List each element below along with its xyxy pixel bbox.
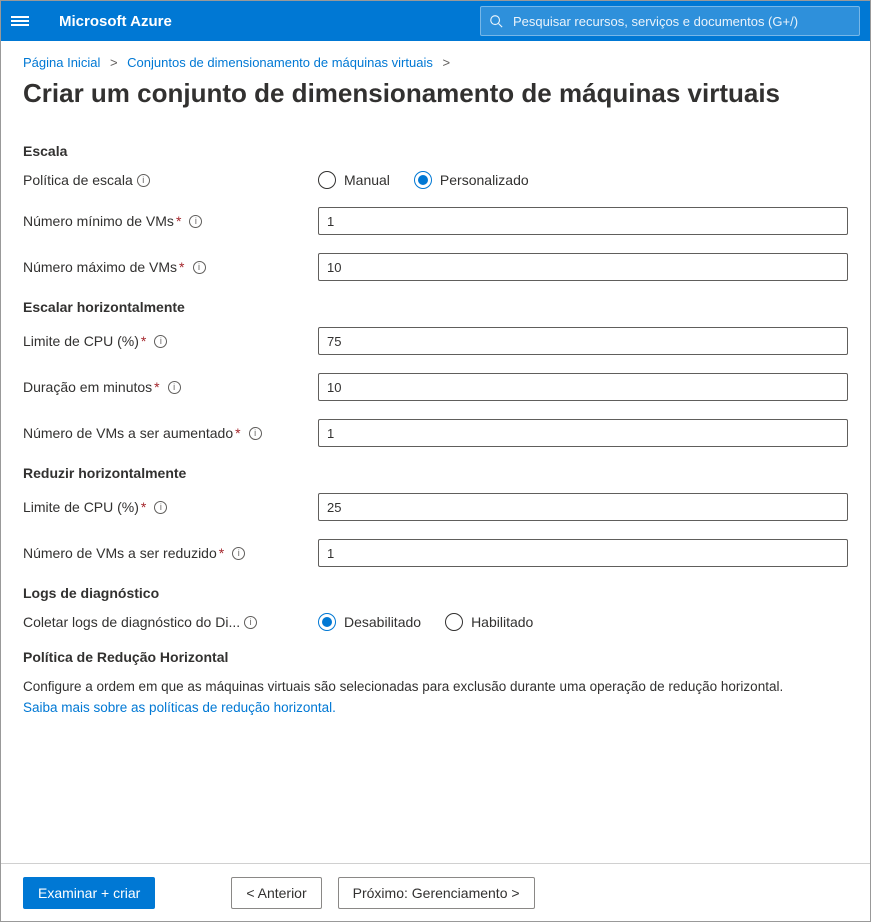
page-title: Criar um conjunto de dimensionamento de … — [23, 78, 848, 109]
scaleout-cpu-input[interactable] — [318, 327, 848, 355]
scaleout-increase-input[interactable] — [318, 419, 848, 447]
info-icon[interactable]: i — [244, 616, 257, 629]
previous-button[interactable]: < Anterior — [231, 877, 321, 909]
next-button[interactable]: Próximo: Gerenciamento > — [338, 877, 535, 909]
radio-icon — [318, 171, 336, 189]
hamburger-icon[interactable] — [11, 14, 29, 28]
required-marker: * — [154, 379, 159, 395]
scalein-cpu-input[interactable] — [318, 493, 848, 521]
chevron-right-icon: > — [110, 55, 118, 70]
breadcrumb: Página Inicial > Conjuntos de dimensiona… — [23, 55, 848, 70]
required-marker: * — [235, 425, 240, 441]
radio-icon — [445, 613, 463, 631]
info-icon[interactable]: i — [154, 501, 167, 514]
section-diag-heading: Logs de diagnóstico — [23, 585, 848, 601]
info-icon[interactable]: i — [249, 427, 262, 440]
scale-policy-label: Política de escala — [23, 172, 133, 188]
scalein-policy-desc: Configure a ordem em que as máquinas vir… — [23, 677, 848, 697]
section-scaleout-heading: Escalar horizontalmente — [23, 299, 848, 315]
global-search[interactable] — [480, 6, 860, 36]
info-icon[interactable]: i — [137, 174, 150, 187]
radio-label: Habilitado — [471, 614, 533, 630]
scale-policy-custom[interactable]: Personalizado — [414, 171, 529, 189]
radio-icon — [318, 613, 336, 631]
scaleout-increase-label: Número de VMs a ser aumentado — [23, 425, 233, 441]
required-marker: * — [141, 499, 146, 515]
review-create-button[interactable]: Examinar + criar — [23, 877, 155, 909]
scaleout-duration-input[interactable] — [318, 373, 848, 401]
required-marker: * — [141, 333, 146, 349]
breadcrumb-home[interactable]: Página Inicial — [23, 55, 100, 70]
radio-label: Personalizado — [440, 172, 529, 188]
scaleout-cpu-label: Limite de CPU (%) — [23, 333, 139, 349]
search-icon — [489, 14, 503, 28]
scalein-cpu-label: Limite de CPU (%) — [23, 499, 139, 515]
radio-icon — [414, 171, 432, 189]
search-input[interactable] — [511, 13, 851, 30]
required-marker: * — [179, 259, 184, 275]
scaleout-duration-label: Duração em minutos — [23, 379, 152, 395]
diag-radio-group: Desabilitado Habilitado — [318, 613, 848, 631]
diag-disabled[interactable]: Desabilitado — [318, 613, 421, 631]
scale-policy-radio-group: Manual Personalizado — [318, 171, 848, 189]
brand-label: Microsoft Azure — [59, 13, 172, 30]
required-marker: * — [219, 545, 224, 561]
max-vms-label: Número máximo de VMs — [23, 259, 177, 275]
info-icon[interactable]: i — [154, 335, 167, 348]
info-icon[interactable]: i — [189, 215, 202, 228]
max-vms-input[interactable] — [318, 253, 848, 281]
diag-enabled[interactable]: Habilitado — [445, 613, 533, 631]
wizard-footer: Examinar + criar < Anterior Próximo: Ger… — [1, 863, 870, 921]
scale-policy-manual[interactable]: Manual — [318, 171, 390, 189]
top-header: Microsoft Azure — [1, 1, 870, 41]
min-vms-input[interactable] — [318, 207, 848, 235]
min-vms-label: Número mínimo de VMs — [23, 213, 174, 229]
required-marker: * — [176, 213, 181, 229]
section-scalein-policy-heading: Política de Redução Horizontal — [23, 649, 848, 665]
page-content: Página Inicial > Conjuntos de dimensiona… — [1, 41, 870, 863]
scalein-decrease-input[interactable] — [318, 539, 848, 567]
radio-label: Desabilitado — [344, 614, 421, 630]
chevron-right-icon: > — [442, 55, 450, 70]
scalein-policy-link[interactable]: Saiba mais sobre as políticas de redução… — [23, 700, 336, 715]
diag-collect-label: Coletar logs de diagnóstico do Di... — [23, 614, 240, 630]
scalein-decrease-label: Número de VMs a ser reduzido — [23, 545, 217, 561]
breadcrumb-parent[interactable]: Conjuntos de dimensionamento de máquinas… — [127, 55, 433, 70]
radio-label: Manual — [344, 172, 390, 188]
info-icon[interactable]: i — [232, 547, 245, 560]
info-icon[interactable]: i — [168, 381, 181, 394]
section-scale-heading: Escala — [23, 143, 848, 159]
section-scalein-heading: Reduzir horizontalmente — [23, 465, 848, 481]
info-icon[interactable]: i — [193, 261, 206, 274]
